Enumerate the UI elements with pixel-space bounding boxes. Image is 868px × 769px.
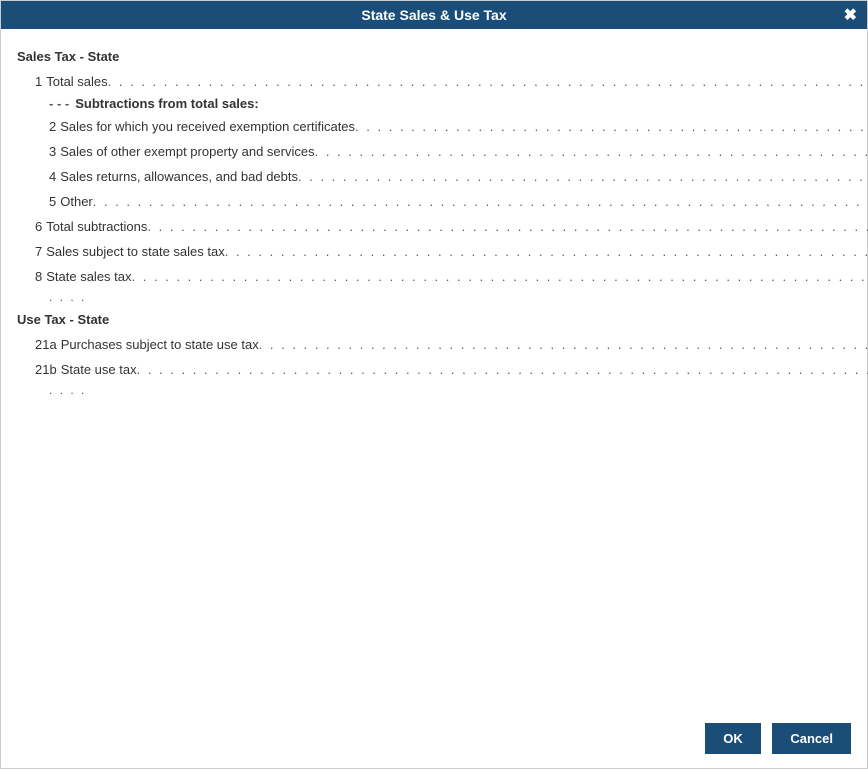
line-6-num: 6 (35, 219, 42, 234)
trailing-dots: . . . . (17, 290, 868, 304)
leader-dots (259, 337, 868, 352)
ok-button[interactable]: OK (705, 723, 761, 754)
line-21b-num: 21b (35, 362, 57, 377)
form-left: Sales Tax - State 1 Total sales - - - Su… (17, 41, 868, 705)
leader-dots (147, 219, 868, 234)
line-3-label: Sales of other exempt property and servi… (60, 144, 314, 159)
leader-dots (137, 362, 868, 377)
line-3-num: 3 (49, 144, 56, 159)
line-4-row: 4 Sales returns, allowances, and bad deb… (17, 165, 868, 187)
line-21a-label: Purchases subject to state use tax (61, 337, 259, 352)
line-5-label: Other (60, 194, 93, 209)
line-21b-label: State use tax (61, 362, 137, 377)
line-21a-row: 21a Purchases subject to state use tax (17, 333, 868, 355)
section-heading-sales-tax: Sales Tax - State (17, 49, 868, 64)
leader-dots (108, 74, 868, 89)
line-5-row: 5 Other (17, 190, 868, 212)
leader-dots (315, 144, 868, 159)
leader-dots (132, 269, 868, 284)
line-1-label: Total sales (46, 74, 107, 89)
subtractions-heading: - - - Subtractions from total sales: (17, 96, 868, 111)
dialog: State Sales & Use Tax ✖ Sales Tax - Stat… (0, 0, 868, 769)
dialog-footer: OK Cancel (1, 713, 867, 768)
titlebar: State Sales & Use Tax ✖ (1, 1, 867, 29)
section-heading-use-tax: Use Tax - State (17, 312, 868, 327)
line-2-label: Sales for which you received exemption c… (60, 119, 355, 134)
leader-dots (225, 244, 868, 259)
line-2-row: 2 Sales for which you received exemption… (17, 115, 868, 137)
line-21b-row: 21b State use tax (17, 358, 868, 380)
line-6-label: Total subtractions (46, 219, 147, 234)
line-4-label: Sales returns, allowances, and bad debts (60, 169, 298, 184)
line-8-row: 8 State sales tax (17, 265, 868, 287)
line-1-num: 1 (35, 74, 42, 89)
cancel-button[interactable]: Cancel (772, 723, 851, 754)
leader-dots (298, 169, 868, 184)
line-8-label: State sales tax (46, 269, 131, 284)
line-7-label: Sales subject to state sales tax (46, 244, 224, 259)
trailing-dots: . . . . (17, 383, 868, 397)
line-8-num: 8 (35, 269, 42, 284)
line-1-row: 1 Total sales (17, 70, 868, 92)
dialog-title: State Sales & Use Tax (361, 7, 506, 23)
line-5-num: 5 (49, 194, 56, 209)
line-4-num: 4 (49, 169, 56, 184)
line-7-num: 7 (35, 244, 42, 259)
line-21a-num: 21a (35, 337, 57, 352)
leader-dots (93, 194, 868, 209)
line-3-row: 3 Sales of other exempt property and ser… (17, 140, 868, 162)
line-2-num: 2 (49, 119, 56, 134)
line-6-row: 6 Total subtractions (17, 215, 868, 237)
leader-dots (355, 119, 868, 134)
line-7-row: 7 Sales subject to state sales tax (17, 240, 868, 262)
close-icon[interactable]: ✖ (844, 5, 857, 25)
